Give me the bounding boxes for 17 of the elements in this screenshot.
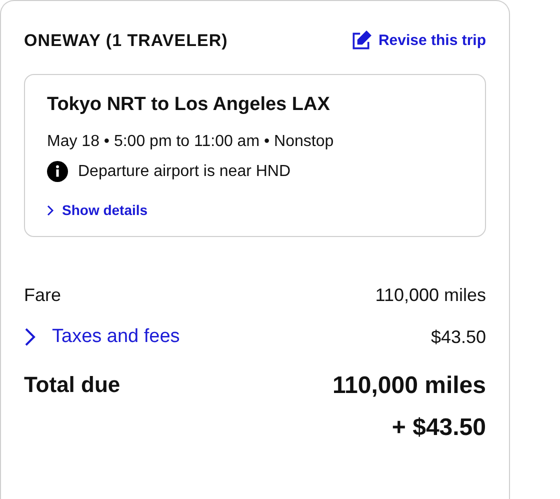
taxes-fees-toggle[interactable]: Taxes and fees xyxy=(24,322,180,352)
section-title: ONEWAY (1 TRAVELER) xyxy=(24,30,228,52)
route-title: Tokyo NRT to Los Angeles LAX xyxy=(47,93,331,117)
chevron-right-icon xyxy=(47,204,54,216)
total-label: Total due xyxy=(24,371,120,399)
total-amount: + $43.50 xyxy=(392,413,486,443)
flight-schedule: May 18 • 5:00 pm to 11:00 am • Nonstop xyxy=(47,132,335,152)
total-amount: 110,000 miles xyxy=(332,371,486,401)
show-details-link[interactable]: Show details xyxy=(47,200,463,220)
chevron-right-icon xyxy=(24,327,36,347)
edit-icon xyxy=(350,30,372,52)
price-label: Fare xyxy=(24,284,62,306)
price-value: $43.50 xyxy=(430,326,486,348)
info-icon xyxy=(47,161,68,182)
airport-notice: Departure airport is near HND xyxy=(78,162,291,182)
revise-trip-link[interactable]: Revise this trip xyxy=(350,30,486,52)
price-value: 110,000 miles xyxy=(375,284,486,306)
